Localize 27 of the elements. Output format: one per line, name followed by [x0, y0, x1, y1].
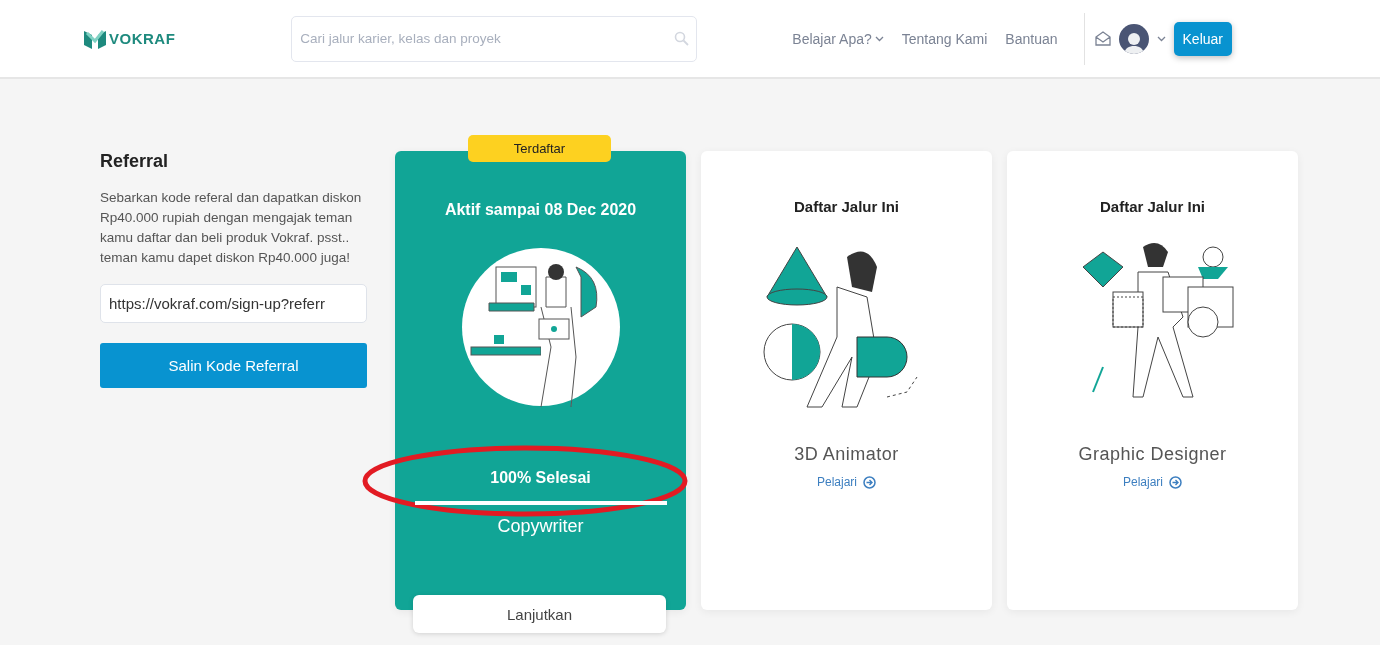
logo-icon — [84, 28, 106, 49]
learn-link[interactable]: Pelajari — [817, 475, 876, 489]
arrow-circle-icon — [1169, 475, 1182, 489]
arrow-circle-icon — [863, 475, 876, 489]
copy-referral-button[interactable]: Salin Kode Referral — [100, 343, 367, 388]
path-name: Copywriter — [497, 516, 584, 537]
register-path-text: Daftar Jalur Ini — [1100, 198, 1205, 215]
register-path-text: Daftar Jalur Ini — [794, 198, 899, 215]
nav-link[interactable]: Belajar Apa? — [792, 30, 884, 47]
logo-text[interactable]: VOKRAF — [109, 30, 176, 47]
path-name: 3D Animator — [794, 444, 899, 465]
section-title: Referral — [100, 151, 170, 172]
progress-label: 100% Selesai — [490, 469, 591, 487]
learn-link[interactable]: Pelajari — [1123, 475, 1182, 489]
continue-button[interactable]: Lanjutkan — [413, 595, 666, 633]
nav-link[interactable]: Tentang Kami — [901, 30, 988, 47]
active-until-text: Aktif sampai 08 Dec 2020 — [444, 201, 637, 219]
nav-link[interactable]: Bantuan — [1005, 30, 1058, 47]
referral-description: Sebarkan kode referal dan dapatkan diskon Rp40.000 rupiah dengan mengajak teman kamu daftar dan beli produk Vokraf. psst.. teman kamu dapet diskon Rp40.000 juga! — [100, 189, 363, 267]
mail-icon[interactable] — [1094, 31, 1111, 46]
logout-button[interactable]: Keluar — [1173, 21, 1232, 56]
enrolled-badge: Terdaftar — [468, 135, 611, 162]
caret-icon — [1156, 35, 1166, 42]
referral-link-field[interactable]: https://vokraf.com/sign-up?referr — [100, 284, 367, 323]
avatar[interactable] — [1118, 23, 1149, 54]
path-name: Graphic Designer — [1078, 444, 1227, 465]
search-field[interactable]: Cari jalur karier, kelas dan proyek — [291, 15, 698, 62]
